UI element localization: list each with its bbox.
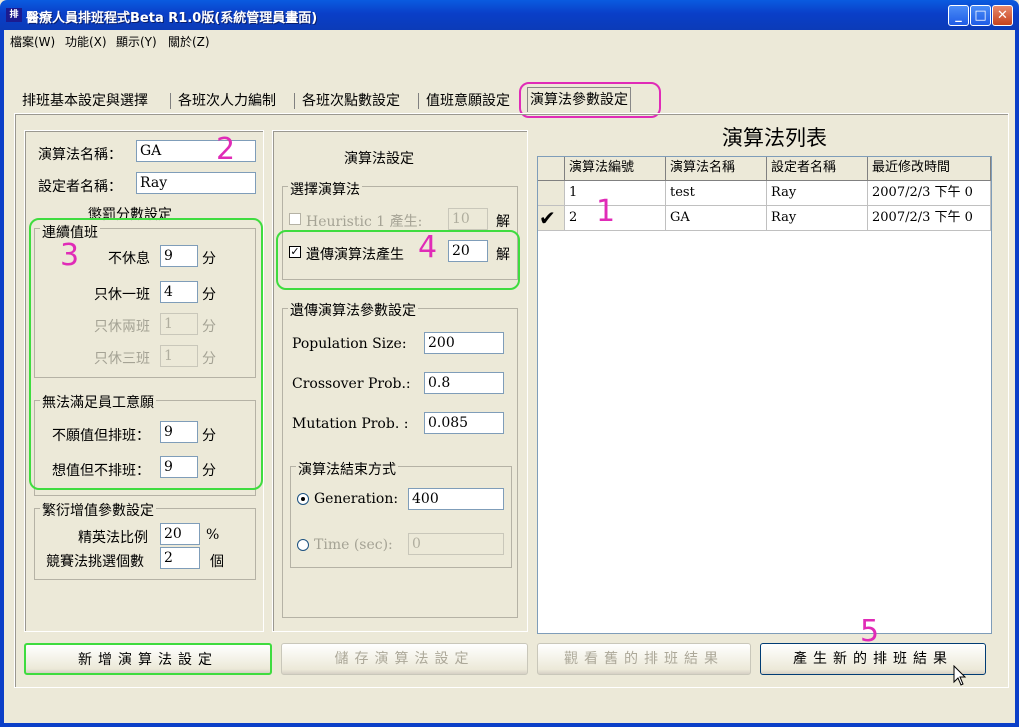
- elite-ratio-input[interactable]: 20: [160, 523, 200, 545]
- app-icon[interactable]: 排: [6, 8, 22, 22]
- tab-shift-points[interactable]: 各班次點數設定: [300, 89, 402, 113]
- heuristic-checkbox[interactable]: [289, 213, 301, 225]
- menu-about[interactable]: 關於(Z): [168, 33, 210, 50]
- tab-separator: [170, 93, 171, 109]
- generation-label: Generation:: [314, 491, 399, 507]
- heuristic-label: Heuristic 1 產生:: [306, 214, 423, 230]
- annotation-1: 1: [596, 194, 616, 229]
- algorithm-settings-title: 演算法設定: [344, 151, 414, 167]
- time-radio[interactable]: [297, 539, 309, 551]
- tab-duty-wishes[interactable]: 值班意願設定: [424, 89, 512, 113]
- minimize-icon: _: [955, 8, 962, 23]
- ga-params-title: 遺傳演算法參數設定: [288, 300, 418, 320]
- elite-ratio-unit: %: [206, 527, 220, 543]
- tournament-size-input[interactable]: 2: [160, 547, 200, 569]
- tab-separator: [294, 93, 295, 109]
- close-button[interactable]: ✕: [992, 5, 1013, 26]
- maximize-button[interactable]: □: [970, 5, 991, 26]
- tournament-size-unit: 個: [210, 554, 224, 570]
- end-condition-title: 演算法結束方式: [296, 459, 398, 479]
- annotation-5: 5: [860, 614, 880, 649]
- elite-ratio-label: 精英法比例: [78, 530, 148, 546]
- window-title: 醫療人員排班程式Beta R1.0版(系統管理員畫面): [26, 11, 318, 26]
- algorithm-list-title: 演算法列表: [722, 126, 827, 150]
- mutation-prob-input[interactable]: 0.085: [424, 412, 504, 434]
- maximize-icon: □: [974, 8, 987, 23]
- window-frame-left: [0, 30, 4, 727]
- mutation-prob-label: Mutation Prob. :: [292, 416, 409, 432]
- generation-input[interactable]: 400: [408, 488, 504, 510]
- row-header[interactable]: [538, 181, 565, 206]
- table-row-time[interactable]: 2007/2/3 下午 0: [868, 206, 991, 231]
- annotation-highlight-ga: [276, 230, 520, 290]
- breed-title: 繁衍增值參數設定: [40, 500, 156, 520]
- crossover-prob-input[interactable]: 0.8: [424, 372, 504, 394]
- tournament-size-label: 競賽法挑選個數: [46, 554, 144, 570]
- mouse-cursor-icon: [953, 665, 967, 686]
- title-bar[interactable]: 排 醫療人員排班程式Beta R1.0版(系統管理員畫面) _ □ ✕: [0, 0, 1019, 30]
- tab-staffing[interactable]: 各班次人力編制: [176, 89, 278, 113]
- col-header-setter[interactable]: 設定者名稱: [767, 157, 868, 181]
- table-row-name[interactable]: GA: [666, 206, 767, 231]
- table-row-id[interactable]: 1: [565, 181, 666, 206]
- menu-file[interactable]: 檔案(W): [10, 33, 55, 50]
- population-size-input[interactable]: 200: [424, 332, 504, 354]
- add-algorithm-button[interactable]: 新增演算法設定: [24, 643, 272, 675]
- annotation-highlight-penalty: [29, 218, 263, 490]
- minimize-button[interactable]: _: [948, 5, 969, 26]
- tab-basic-settings[interactable]: 排班基本設定與選擇: [20, 89, 150, 113]
- tab-separator: [418, 93, 419, 109]
- setter-name-input[interactable]: Ray: [136, 172, 256, 194]
- setter-name-label: 設定者名稱：: [38, 179, 122, 195]
- table-row-id[interactable]: 2: [565, 206, 666, 231]
- save-algorithm-button[interactable]: 儲存演算法設定: [281, 643, 528, 675]
- close-icon: ✕: [997, 8, 1008, 23]
- heuristic-unit: 解: [496, 214, 510, 230]
- window-frame-right: [1015, 30, 1019, 727]
- col-header-time[interactable]: 最近修改時間: [868, 157, 991, 181]
- crossover-prob-label: Crossover Prob.:: [292, 376, 411, 392]
- table-row-setter[interactable]: Ray: [767, 181, 868, 206]
- population-size-label: Population Size:: [292, 336, 407, 352]
- time-label: Time (sec):: [314, 537, 393, 553]
- grid-corner: [538, 157, 565, 181]
- col-header-id[interactable]: 演算法編號: [565, 157, 666, 181]
- algo-name-input[interactable]: GA: [136, 140, 256, 162]
- menu-function[interactable]: 功能(X): [65, 33, 107, 50]
- time-input[interactable]: 0: [408, 533, 504, 555]
- row-selected-marker[interactable]: ✔: [538, 206, 565, 231]
- algo-name-label: 演算法名稱：: [38, 147, 122, 163]
- view-old-schedule-button[interactable]: 觀看舊的排班結果: [537, 643, 751, 675]
- annotation-2: 2: [216, 132, 236, 167]
- table-row-setter[interactable]: Ray: [767, 206, 868, 231]
- table-row-name[interactable]: test: [666, 181, 767, 206]
- heuristic-count-input[interactable]: 10: [448, 208, 488, 230]
- menu-view[interactable]: 顯示(Y): [116, 33, 157, 50]
- select-algorithm-title: 選擇演算法: [288, 179, 362, 199]
- generation-radio[interactable]: [297, 493, 309, 505]
- window-frame-bottom: [0, 723, 1019, 727]
- table-row-time[interactable]: 2007/2/3 下午 0: [868, 181, 991, 206]
- col-header-name[interactable]: 演算法名稱: [666, 157, 767, 181]
